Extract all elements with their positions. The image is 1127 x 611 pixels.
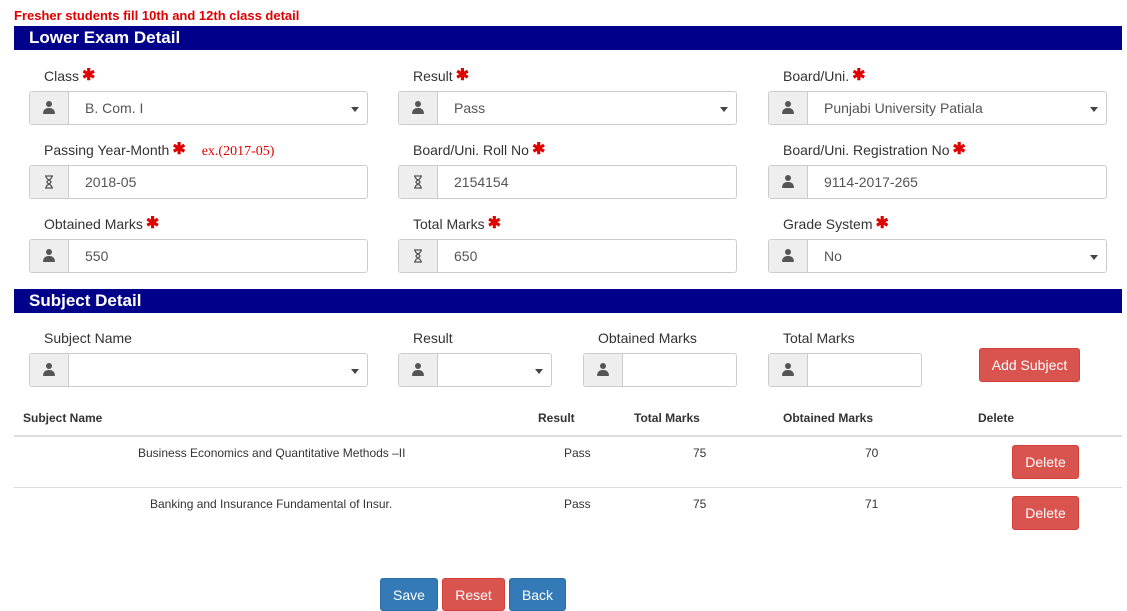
delete-row-button[interactable]: Delete	[1012, 496, 1079, 530]
subject-total-value[interactable]	[808, 354, 921, 386]
class-select-value[interactable]: B. Com. I	[69, 92, 367, 124]
table-cell-total: 75	[693, 446, 707, 460]
user-icon	[769, 92, 808, 124]
grade-system-label: Grade System ✱	[783, 215, 889, 232]
grade-system-select[interactable]: No	[768, 239, 1107, 273]
user-icon	[769, 354, 808, 386]
user-icon	[584, 354, 623, 386]
subject-name-select[interactable]	[29, 353, 368, 387]
required-asterisk-icon: ✱	[531, 141, 546, 158]
lower-exam-header: Lower Exam Detail	[14, 26, 1122, 50]
class-label: Class ✱	[44, 67, 96, 84]
required-asterisk-icon: ✱	[82, 67, 96, 84]
subject-result-value[interactable]	[438, 354, 551, 386]
total-marks-input[interactable]: 650	[398, 239, 737, 273]
board-select[interactable]: Punjabi University Patiala	[768, 91, 1107, 125]
subject-name-value[interactable]	[69, 354, 367, 386]
obtained-marks-value[interactable]: 550	[69, 240, 367, 272]
roll-no-value[interactable]: 2154154	[438, 166, 736, 198]
hourglass-icon	[30, 166, 69, 198]
required-asterisk-icon: ✱	[455, 67, 470, 84]
table-header-divider	[14, 435, 1122, 437]
table-cell-obtained: 70	[865, 446, 879, 460]
th-delete: Delete	[978, 411, 1015, 425]
result-label: Result ✱	[413, 67, 470, 84]
subject-name-label: Subject Name	[44, 330, 132, 346]
save-button[interactable]: Save	[380, 578, 438, 611]
total-marks-label: Total Marks ✱	[413, 215, 501, 232]
subject-total-input[interactable]	[768, 353, 922, 387]
th-obtained-marks: Obtained Marks	[783, 411, 874, 425]
table-row-divider	[14, 487, 1122, 488]
total-marks-value[interactable]: 650	[438, 240, 736, 272]
board-label: Board/Uni. ✱	[783, 67, 866, 84]
subject-result-label: Result	[413, 330, 453, 346]
registration-no-input[interactable]: 9114-2017-265	[768, 165, 1107, 199]
subject-total-label: Total Marks	[783, 330, 855, 346]
required-asterisk-icon: ✱	[875, 215, 889, 232]
hourglass-icon	[399, 240, 438, 272]
required-asterisk-icon: ✱	[172, 141, 186, 158]
obtained-marks-input[interactable]: 550	[29, 239, 368, 273]
subject-obtained-value[interactable]	[623, 354, 736, 386]
passing-year-label: Passing Year-Month ✱ ex.(2017-05)	[44, 141, 275, 159]
roll-no-input[interactable]: 2154154	[398, 165, 737, 199]
table-cell-obtained: 71	[865, 497, 879, 511]
passing-year-input[interactable]: 2018-05	[29, 165, 368, 199]
table-cell-total: 75	[693, 497, 707, 511]
back-button[interactable]: Back	[509, 578, 566, 611]
table-cell-subject: Banking and Insurance Fundamental of Ins…	[150, 497, 393, 511]
obtained-marks-label: Obtained Marks ✱	[44, 215, 160, 232]
result-select[interactable]: Pass	[398, 91, 737, 125]
required-asterisk-icon: ✱	[487, 215, 501, 232]
result-select-value[interactable]: Pass	[438, 92, 736, 124]
user-icon	[30, 354, 69, 386]
th-subject-name: Subject Name	[23, 411, 103, 425]
subject-result-select[interactable]	[398, 353, 552, 387]
passing-year-hint: ex.(2017-05)	[201, 144, 275, 159]
table-cell-result: Pass	[564, 446, 591, 460]
reset-button[interactable]: Reset	[442, 578, 505, 611]
user-icon	[30, 240, 69, 272]
fresher-notice: Fresher students fill 10th and 12th clas…	[14, 8, 300, 23]
user-icon	[769, 166, 808, 198]
table-cell-subject: Business Economics and Quantitative Meth…	[138, 446, 406, 460]
required-asterisk-icon: ✱	[852, 67, 866, 84]
board-select-value[interactable]: Punjabi University Patiala	[808, 92, 1106, 124]
add-subject-button[interactable]: Add Subject	[979, 348, 1080, 382]
delete-row-button[interactable]: Delete	[1012, 445, 1079, 479]
roll-no-label: Board/Uni. Roll No ✱	[413, 141, 546, 158]
subject-detail-header: Subject Detail	[14, 289, 1122, 313]
class-select[interactable]: B. Com. I	[29, 91, 368, 125]
user-icon	[769, 240, 808, 272]
th-total-marks: Total Marks	[634, 411, 700, 425]
subject-obtained-input[interactable]	[583, 353, 737, 387]
user-icon	[399, 92, 438, 124]
hourglass-icon	[399, 166, 438, 198]
required-asterisk-icon: ✱	[145, 215, 160, 232]
subject-obtained-label: Obtained Marks	[598, 330, 697, 346]
user-icon	[30, 92, 69, 124]
registration-no-value[interactable]: 9114-2017-265	[808, 166, 1106, 198]
registration-no-label: Board/Uni. Registration No ✱	[783, 141, 966, 158]
passing-year-value[interactable]: 2018-05	[69, 166, 367, 198]
user-icon	[399, 354, 438, 386]
required-asterisk-icon: ✱	[952, 141, 966, 158]
grade-system-value[interactable]: No	[808, 240, 1106, 272]
th-result: Result	[538, 411, 575, 425]
table-cell-result: Pass	[564, 497, 591, 511]
